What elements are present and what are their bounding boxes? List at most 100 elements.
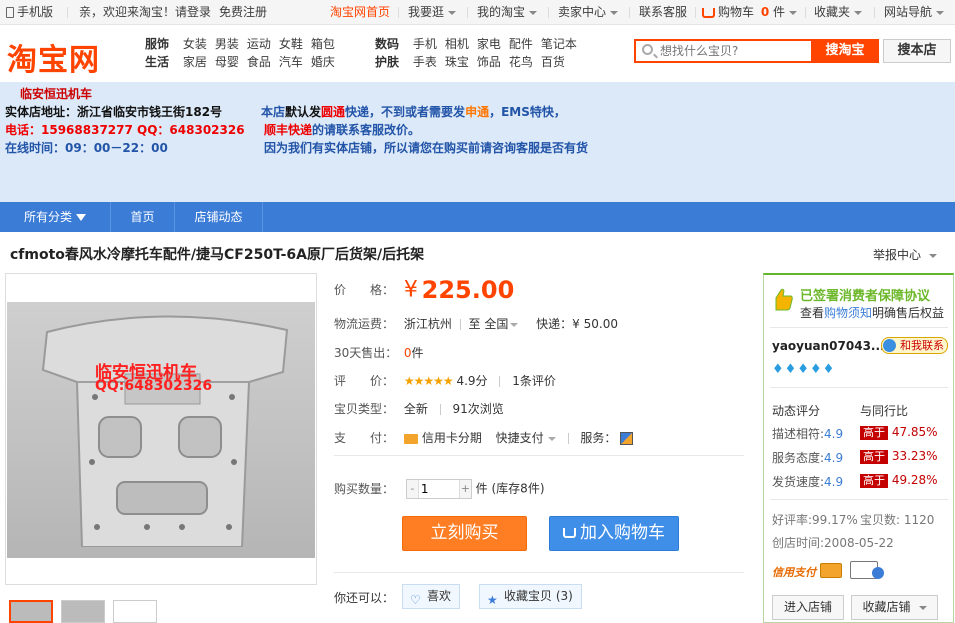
cart-label: 购物车 (718, 5, 755, 19)
like-label: 喜欢 (427, 589, 452, 603)
contact-seller-label: 和我联系 (900, 339, 944, 352)
search-taobao-button[interactable]: 搜淘宝 (811, 39, 879, 63)
rating-label: 发货速度: (772, 475, 825, 489)
shop-news-tab[interactable]: 店铺动态 (175, 202, 262, 232)
service-icon[interactable] (620, 432, 634, 445)
decrease-button[interactable]: - (406, 480, 419, 498)
all-categories-tab[interactable]: 所有分类 (0, 202, 110, 232)
category-label[interactable]: 生活 (145, 55, 169, 69)
category-link[interactable]: 女鞋 (279, 35, 303, 53)
seller-panel: 已签署消费者保障协议 查看购物须知明确售后权益 yaoyuan07043... … (763, 273, 954, 623)
star-rating-icon: ★★★★★ (403, 374, 454, 388)
guarantee-text: 查看 (800, 306, 825, 320)
rating-label: 评 价： (334, 374, 395, 388)
price-value: 225.00 (421, 276, 515, 304)
category-link[interactable]: 珠宝 (445, 53, 469, 71)
favorite-store-button[interactable]: 收藏店铺 (851, 595, 938, 620)
search-input[interactable] (660, 41, 810, 61)
my-taobao-menu[interactable]: 我的淘宝 (477, 0, 538, 25)
favorite-store-label: 收藏店铺 (862, 600, 911, 614)
register-link[interactable]: 免费注册 (219, 0, 267, 25)
site-header: 淘宝网 服饰 女装 男装 运动 女鞋 箱包 生活 家居 母婴 食品 汽车 婚庆 数码 手机 相机家… (0, 25, 955, 82)
category-link[interactable]: 花鸟 (509, 53, 533, 71)
shop-banner: 临安恒迅机车 实体店地址：浙江省临安市钱王街182号 电话：1596883727… (0, 82, 955, 202)
chevron-down-icon (918, 605, 927, 610)
add-to-cart-button[interactable]: 加入购物车 (549, 516, 679, 551)
category-link[interactable]: 箱包 (311, 35, 335, 53)
view-count: 91次浏览 (452, 402, 504, 416)
credit-card-icon (403, 433, 418, 444)
contact-link[interactable]: 联系客服 (639, 0, 687, 25)
browse-label: 我要逛 (408, 5, 445, 19)
mobile-link[interactable]: 手机版 (6, 0, 53, 25)
divider (262, 202, 263, 232)
contact-seller-button[interactable]: 和我联系 (881, 337, 948, 354)
category-link[interactable]: 饰品 (477, 53, 501, 71)
buy-now-button[interactable]: 立刻购买 (402, 516, 527, 551)
site-nav-menu[interactable]: 网站导航 (884, 0, 945, 25)
like-button[interactable]: ♡ 喜欢 (402, 584, 461, 609)
site-top-nav: 手机版 亲，欢迎来淘宝！请 登录 免费注册 淘宝网首页 我要逛 我的淘宝 卖家中… (0, 0, 955, 25)
shopping-notice-link[interactable]: 购物须知 (824, 306, 872, 320)
review-count-link[interactable]: 1条评价 (512, 374, 556, 388)
rating-score: 4.9 (824, 427, 844, 441)
chevron-down-icon (854, 10, 863, 15)
stock-notice: 因为我们有实体店铺，所以请您在购买前请咨询客服是否有货 (264, 141, 589, 155)
taobao-logo[interactable]: 淘宝网 (7, 35, 100, 79)
report-center-link[interactable]: 举报中心 (873, 246, 938, 263)
sold-unit: 件 (411, 346, 424, 360)
notice-text: ，EMS特快， (489, 105, 566, 119)
favorites-label: 收藏夹 (814, 5, 851, 19)
thumbnail[interactable] (61, 600, 105, 623)
seller-name[interactable]: yaoyuan07043... (772, 339, 885, 353)
category-link[interactable]: 相机 (445, 35, 469, 53)
category-link[interactable]: 女装 (183, 35, 207, 53)
category-link[interactable]: 运动 (247, 35, 271, 53)
quick-pay[interactable]: 快捷支付 (496, 431, 544, 445)
quantity-input[interactable] (420, 481, 457, 497)
cart-menu[interactable]: 购物车 0 件 (702, 0, 798, 25)
category-link[interactable]: 家居 (183, 53, 207, 71)
category-link[interactable]: 笔记本 (541, 35, 577, 53)
category-label[interactable]: 护肤 (375, 55, 399, 69)
product-photo: 临安恒迅机车 QQ:648302326 (7, 302, 315, 558)
browse-menu[interactable]: 我要逛 (408, 0, 457, 25)
category-link[interactable]: 食品 (247, 53, 271, 71)
increase-button[interactable]: + (458, 480, 471, 498)
search-store-button[interactable]: 搜本店 (883, 39, 951, 63)
category-link[interactable]: 家电 (477, 35, 501, 53)
ship-to-select[interactable]: 至 全国 (469, 317, 519, 331)
favorites-menu[interactable]: 收藏夹 (814, 0, 863, 25)
guarantee-title[interactable]: 已签署消费者保障协议 (800, 285, 930, 304)
enter-store-button[interactable]: 进入店铺 (772, 595, 844, 620)
thumbnail[interactable] (113, 600, 157, 623)
category-link[interactable]: 百货 (541, 53, 565, 71)
shop-home-tab[interactable]: 首页 (111, 202, 174, 232)
divider (805, 7, 806, 18)
heart-icon: ♡ (410, 593, 421, 607)
category-label[interactable]: 数码 (375, 37, 399, 51)
category-link[interactable]: 汽车 (279, 53, 303, 71)
category-label[interactable]: 服饰 (145, 37, 169, 51)
category-link[interactable]: 手机 (413, 35, 437, 53)
category-link[interactable]: 配件 (509, 35, 533, 53)
category-link[interactable]: 手表 (413, 53, 437, 71)
shop-nav: 所有分类 首页 店铺动态 (0, 202, 955, 232)
login-link[interactable]: 登录 (187, 0, 211, 25)
collect-item-button[interactable]: ★ 收藏宝贝 (3) (479, 584, 582, 609)
product-image-frame[interactable]: 临安恒迅机车 QQ:648302326 (5, 273, 317, 585)
credit-installment[interactable]: 信用卡分期 (422, 431, 482, 445)
seller-center-menu[interactable]: 卖家中心 (558, 0, 619, 25)
currency-symbol: ¥ (403, 277, 418, 303)
quantity-stepper: - + (405, 479, 472, 499)
rating-compare: 高于 47.85% (860, 425, 938, 440)
dynamic-rating-label: 动态评分 (772, 404, 821, 418)
thumbnail[interactable] (9, 600, 53, 623)
category-link[interactable]: 母婴 (215, 53, 239, 71)
taobao-home-link[interactable]: 淘宝网首页 (330, 0, 390, 25)
divider (874, 7, 875, 18)
category-link[interactable]: 男装 (215, 35, 239, 53)
category-link[interactable]: 婚庆 (311, 53, 335, 71)
chevron-down-icon (448, 10, 457, 15)
divider (439, 404, 441, 415)
